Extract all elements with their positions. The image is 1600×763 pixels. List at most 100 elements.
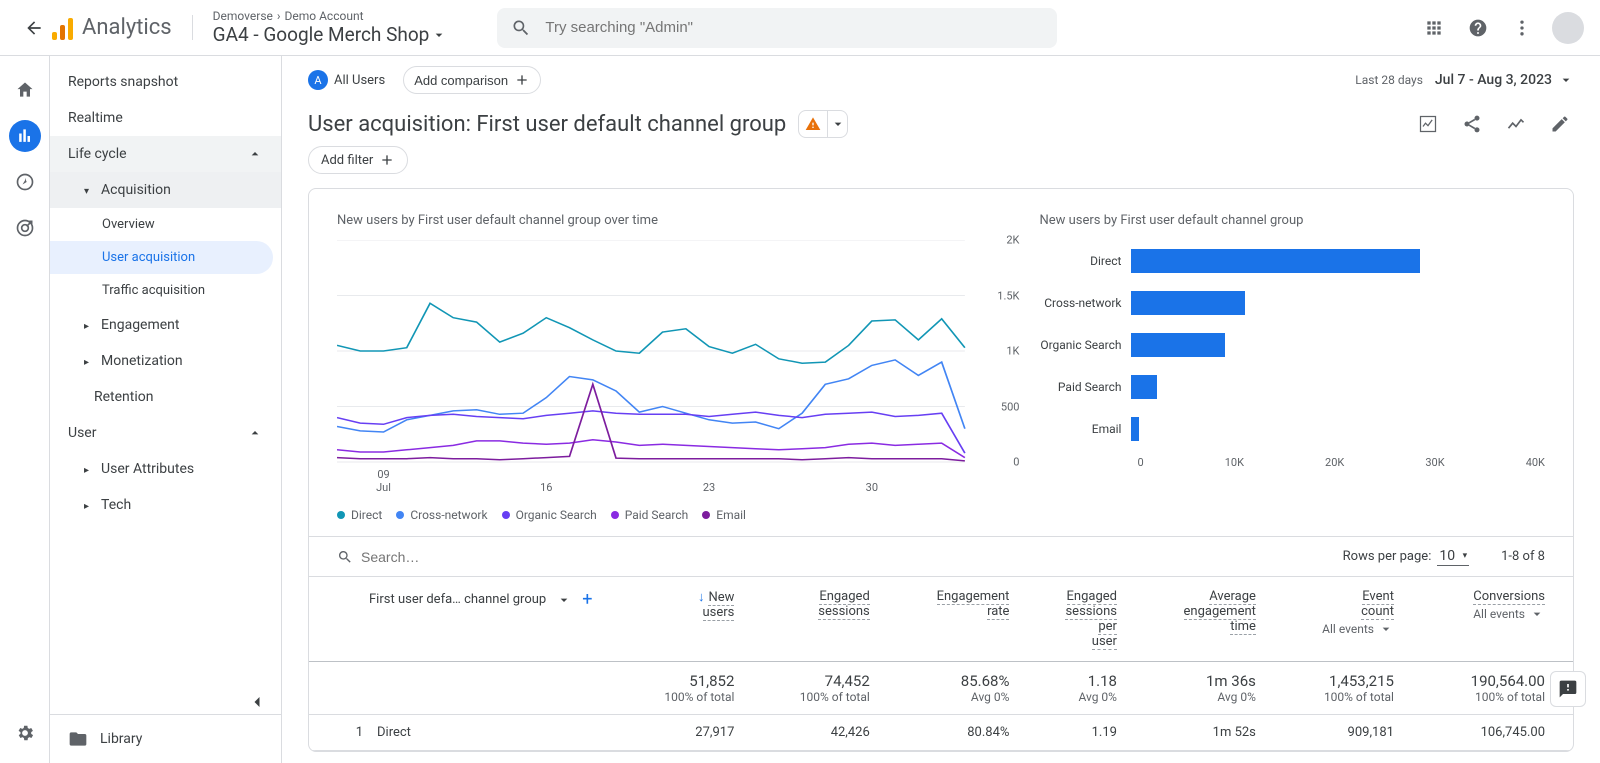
legend-dot-icon	[502, 511, 510, 519]
charts-card: New users by First user default channel …	[308, 188, 1574, 752]
all-users-chip[interactable]: All Users	[334, 73, 385, 88]
bar-chart[interactable]: DirectCross-networkOrganic SearchPaid Se…	[1039, 240, 1545, 490]
all-users-badge-icon: A	[308, 70, 328, 90]
sidebar-user-attributes[interactable]: User Attributes	[50, 451, 281, 487]
explore-icon	[15, 172, 35, 192]
rail-advertising[interactable]	[9, 212, 41, 244]
more-vert-button[interactable]	[1508, 14, 1536, 42]
table-row[interactable]: 1Direct27,91742,42680.84%1.191m 52s909,1…	[309, 715, 1573, 751]
sidebar-section-lifecycle[interactable]: Life cycle	[50, 136, 281, 172]
sidebar-realtime[interactable]: Realtime	[50, 100, 281, 136]
analytics-logo-icon	[52, 16, 74, 40]
col-avg-engagement-time[interactable]: Averageengagementtime	[1127, 577, 1266, 662]
legend-item[interactable]: Organic Search	[502, 508, 597, 522]
sidebar-retention[interactable]: Retention	[50, 379, 281, 415]
add-filter-button[interactable]: Add filter	[308, 146, 408, 174]
rail-home[interactable]	[9, 74, 41, 106]
main-content: A All Users Add comparison Last 28 days …	[282, 56, 1600, 763]
col-engaged-sessions-per-user[interactable]: Engagedsessionsperuser	[1019, 577, 1127, 662]
logo-block: Analytics	[52, 15, 193, 40]
help-icon	[1468, 18, 1488, 38]
chevron-up-icon	[247, 146, 263, 162]
search-container	[497, 8, 1057, 48]
home-icon	[15, 80, 35, 100]
legend-dot-icon	[396, 511, 404, 519]
sidebar-overview[interactable]: Overview	[50, 208, 281, 241]
chevron-down-icon	[1558, 72, 1574, 88]
bar-chart-panel: New users by First user default channel …	[1039, 213, 1545, 522]
legend-dot-icon	[702, 511, 710, 519]
table-search-input[interactable]	[361, 549, 542, 565]
avatar[interactable]	[1552, 12, 1584, 44]
property-selector[interactable]: GA4 - Google Merch Shop	[213, 23, 448, 46]
nav-rail	[0, 56, 50, 763]
dimension-selector[interactable]: First user defa… channel group	[369, 592, 546, 607]
col-new-users[interactable]: ↓Newusers	[609, 577, 744, 662]
legend-item[interactable]: Cross-network	[396, 508, 487, 522]
data-quality-warning[interactable]	[798, 110, 828, 138]
sidebar-engagement[interactable]: Engagement	[50, 307, 281, 343]
search-input[interactable]	[545, 19, 1043, 36]
arrow-back-icon	[24, 18, 44, 38]
sidebar-tech[interactable]: Tech	[50, 487, 281, 523]
chevron-left-icon	[247, 692, 267, 712]
rail-explore[interactable]	[9, 166, 41, 198]
data-table: First user defa… channel group + ↓Newuse…	[309, 576, 1573, 751]
line-chart[interactable]: 05001K1.5K2K09 Jul162330	[337, 240, 1019, 490]
table-range: 1-8 of 8	[1501, 549, 1545, 564]
sidebar-library[interactable]: Library	[50, 714, 281, 763]
rail-admin[interactable]	[9, 717, 41, 749]
gear-icon	[15, 723, 35, 743]
target-icon	[15, 218, 35, 238]
rpp-select[interactable]: 10	[1437, 547, 1469, 566]
legend-item[interactable]: Email	[702, 508, 746, 522]
bar-chart-icon	[15, 126, 35, 146]
edit-button[interactable]	[1546, 110, 1574, 138]
sidebar-collapse-button[interactable]	[247, 692, 267, 717]
chevron-down-icon	[830, 116, 846, 132]
add-dimension-button[interactable]: +	[582, 589, 592, 610]
chevron-down-icon	[431, 27, 447, 43]
triangle-down-icon	[84, 182, 91, 198]
data-quality-dropdown[interactable]	[828, 110, 848, 138]
help-button[interactable]	[1464, 14, 1492, 42]
edit-icon	[1550, 114, 1570, 134]
sidebar-section-user[interactable]: User	[50, 415, 281, 451]
col-engagement-rate[interactable]: Engagementrate	[880, 577, 1020, 662]
add-comparison-button[interactable]: Add comparison	[403, 66, 541, 94]
breadcrumb[interactable]: Demoverse›Demo Account	[213, 9, 448, 23]
bar-chart-title: New users by First user default channel …	[1039, 213, 1545, 228]
feedback-button[interactable]	[1550, 671, 1586, 707]
search-box[interactable]	[497, 8, 1057, 48]
search-icon	[511, 18, 531, 38]
sidebar-user-acquisition[interactable]: User acquisition	[50, 241, 273, 274]
back-button[interactable]	[16, 18, 52, 38]
sidebar-acquisition[interactable]: Acquisition	[50, 172, 281, 208]
col-event-count[interactable]: EventcountAll events	[1266, 577, 1404, 662]
sidebar-reports-snapshot[interactable]: Reports snapshot	[50, 64, 281, 100]
line-chart-panel: New users by First user default channel …	[337, 213, 1019, 522]
chevron-down-icon	[556, 592, 572, 608]
compare-button[interactable]	[1502, 110, 1530, 138]
col-conversions[interactable]: ConversionsAll events	[1404, 577, 1573, 662]
apps-button[interactable]	[1420, 14, 1448, 42]
folder-icon	[68, 729, 88, 749]
share-icon	[1462, 114, 1482, 134]
legend-item[interactable]: Direct	[337, 508, 382, 522]
triangle-right-icon	[84, 461, 91, 477]
legend-dot-icon	[337, 511, 345, 519]
date-range-picker[interactable]: Last 28 days Jul 7 - Aug 3, 2023	[1355, 72, 1574, 88]
feedback-icon	[1558, 679, 1578, 699]
table-controls: Rows per page: 10 1-8 of 8	[309, 536, 1573, 576]
col-engaged-sessions[interactable]: Engagedsessions	[744, 577, 879, 662]
customize-report-button[interactable]	[1414, 110, 1442, 138]
warning-icon	[805, 116, 821, 132]
rail-reports[interactable]	[9, 120, 41, 152]
triangle-right-icon	[84, 497, 91, 513]
sidebar: Reports snapshot Realtime Life cycle Acq…	[50, 56, 282, 763]
sidebar-monetization[interactable]: Monetization	[50, 343, 281, 379]
share-button[interactable]	[1458, 110, 1486, 138]
triangle-right-icon	[84, 317, 91, 333]
sidebar-traffic-acquisition[interactable]: Traffic acquisition	[50, 274, 281, 307]
legend-item[interactable]: Paid Search	[611, 508, 689, 522]
